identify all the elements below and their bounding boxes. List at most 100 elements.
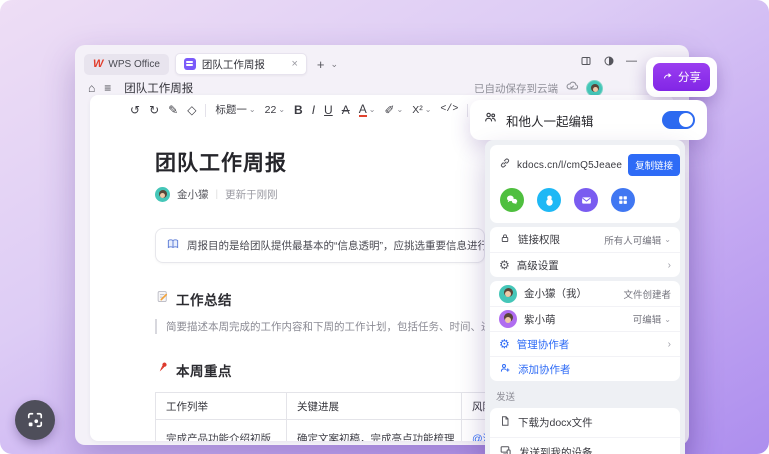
font-size-dropdown[interactable]: 22 ⌄ xyxy=(265,105,285,116)
send-to-device-label: 发送到我的设备 xyxy=(519,446,593,454)
link-icon xyxy=(499,156,511,174)
pushpin-icon xyxy=(155,360,170,380)
theme-icon[interactable] xyxy=(603,55,615,67)
send-section-label: 发送 xyxy=(496,392,516,403)
gear-icon: ⚙ xyxy=(499,258,510,272)
member-avatar xyxy=(499,310,517,328)
share-button[interactable]: 分享 xyxy=(653,63,710,91)
table-cell: 确定文案初稿，完成亮点功能梳理 xyxy=(286,419,462,441)
manage-label: 管理协作者 xyxy=(516,338,570,351)
coedit-label: 和他人一起编辑 xyxy=(506,114,594,129)
document-tab[interactable]: 团队工作周报 × xyxy=(174,53,307,75)
member-row-editor[interactable]: 紫小萌 可编辑 ⌄ xyxy=(490,306,680,331)
member-row-owner[interactable]: 金小獴（我） 文件创建者 xyxy=(490,281,680,306)
book-icon xyxy=(166,237,180,254)
file-icon xyxy=(499,415,511,430)
table-cell: 完成产品功能介绍初版 xyxy=(155,419,287,441)
link-row: kdocs.cn/l/cmQ5Jeaee 复制链接 xyxy=(490,145,681,180)
add-collaborator-row[interactable]: 添加协作者 xyxy=(490,356,680,381)
byline-divider: | xyxy=(215,189,219,200)
share-panel: kdocs.cn/l/cmQ5Jeaee 复制链接 链接权限 所有人可编辑 ⌄ … xyxy=(485,140,685,454)
tab-bar: W WPS Office 团队工作周报 × + ⌄ — xyxy=(75,45,689,75)
member-name: 金小獴（我） xyxy=(524,288,587,300)
qq-icon[interactable] xyxy=(537,188,561,212)
link-card: kdocs.cn/l/cmQ5Jeaee 复制链接 xyxy=(490,145,681,223)
tab-list-chevron-icon[interactable]: ⌄ xyxy=(330,59,338,70)
breadcrumb: 团队工作周报 xyxy=(124,83,194,95)
chevron-down-icon: ⌄ xyxy=(664,235,671,244)
format-painter-icon[interactable]: ✎ xyxy=(168,104,178,116)
permission-label: 链接权限 xyxy=(518,234,560,246)
updated-time: 更新于刚刚 xyxy=(225,189,278,201)
document-tab-label: 团队工作周报 xyxy=(201,58,265,71)
chevron-right-icon: › xyxy=(667,338,671,350)
author-avatar xyxy=(155,187,170,202)
people-icon xyxy=(483,110,498,130)
member-role-dropdown[interactable]: 可编辑 ⌄ xyxy=(633,312,671,327)
code-format-button[interactable]: </> xyxy=(440,105,458,115)
download-docx-row[interactable]: 下载为docx文件 xyxy=(490,408,680,437)
coedit-toggle[interactable] xyxy=(662,111,695,129)
paragraph-style-dropdown[interactable]: 标题一 ⌄ xyxy=(215,105,255,116)
manage-collaborators-row[interactable]: ⚙ 管理协作者 › xyxy=(490,331,680,356)
autosave-status: 已自动保存到云端 xyxy=(474,82,558,95)
permission-card: 链接权限 所有人可编辑 ⌄ ⚙ 高级设置 › xyxy=(490,227,680,277)
split-view-icon[interactable] xyxy=(580,55,592,67)
link-permission-row[interactable]: 链接权限 所有人可编辑 ⌄ xyxy=(490,227,680,252)
add-collaborator-label: 添加协作者 xyxy=(518,363,571,376)
share-arrow-icon xyxy=(662,70,674,85)
home-icon[interactable]: ⌂ xyxy=(88,81,95,95)
more-apps-grid-icon[interactable] xyxy=(611,188,635,212)
close-tab-icon[interactable]: × xyxy=(291,58,297,70)
download-docx-label: 下载为docx文件 xyxy=(518,417,593,429)
callout-text: 周报目的是给团队提供最基本的“信息透明”，应挑选重要信息进行阐述 xyxy=(187,240,485,252)
share-button-label: 分享 xyxy=(678,72,701,84)
wps-office-tab[interactable]: W WPS Office xyxy=(84,53,169,75)
new-tab-button[interactable]: + xyxy=(317,57,325,72)
member-name: 紫小萌 xyxy=(524,313,556,326)
coedit-card: 和他人一起编辑 xyxy=(470,100,707,140)
desktop-background: W WPS Office 团队工作周报 × + ⌄ — ⌂ ≡ 团队工作周报 已… xyxy=(0,0,769,454)
wechat-icon[interactable] xyxy=(500,188,524,212)
table-header-cell: 工作列举 xyxy=(155,392,287,420)
doc-table[interactable]: 工作列举 关键进展 风险与 完成产品功能介绍初版 确定文案初稿，完成亮点功能梳理… xyxy=(155,392,488,441)
share-apps-row xyxy=(490,180,680,223)
user-avatar[interactable] xyxy=(586,79,603,97)
members-card: 金小獴（我） 文件创建者 紫小萌 可编辑 ⌄ ⚙ 管理协作者 › 添加协作者 xyxy=(490,281,680,381)
advanced-settings-row[interactable]: ⚙ 高级设置 › xyxy=(490,252,680,277)
table-row: 完成产品功能介绍初版 确定文案初稿，完成亮点功能梳理 @添加 xyxy=(155,419,488,441)
section-placeholder-text: 简要描述本周完成的工作内容和下周的工作计划，包括任务、时间、进度 xyxy=(155,319,485,334)
screenshot-button[interactable] xyxy=(15,400,55,440)
toolbar-divider xyxy=(467,103,469,117)
send-to-device-row[interactable]: 发送到我的设备 xyxy=(490,437,680,454)
chevron-down-icon: ⌄ xyxy=(248,105,256,114)
email-icon[interactable] xyxy=(574,188,598,212)
member-role: 文件创建者 xyxy=(623,289,671,301)
section-title: 工作总结 xyxy=(176,293,232,308)
lock-icon xyxy=(499,232,511,247)
wps-office-tab-label: WPS Office xyxy=(108,58,160,70)
redo-icon[interactable]: ↻ xyxy=(149,104,159,116)
toolbar-divider xyxy=(205,103,207,117)
strikethrough-button[interactable]: A xyxy=(342,104,350,116)
superscript-dropdown[interactable]: X² ⌄ xyxy=(412,105,431,116)
font-color-dropdown[interactable]: A ⌄ xyxy=(358,103,375,117)
underline-button[interactable]: U xyxy=(324,104,333,116)
chevron-right-icon: › xyxy=(667,259,671,271)
share-button-spotlight: 分享 xyxy=(646,57,717,97)
table-header-row: 工作列举 关键进展 风险与 xyxy=(155,392,488,420)
permission-value-dropdown[interactable]: 所有人可编辑 ⌄ xyxy=(604,233,671,247)
bold-button[interactable]: B xyxy=(294,104,303,116)
memo-icon xyxy=(155,289,170,309)
advanced-label: 高级设置 xyxy=(516,259,559,272)
highlight-dropdown[interactable]: ✐ ⌄ xyxy=(384,104,403,116)
member-avatar xyxy=(499,284,517,303)
clear-format-icon[interactable]: ◇ xyxy=(187,104,196,116)
copy-link-button[interactable]: 复制链接 xyxy=(628,154,681,176)
undo-icon[interactable]: ↺ xyxy=(130,104,140,116)
share-link-url[interactable]: kdocs.cn/l/cmQ5Jeaee xyxy=(517,160,622,171)
hamburger-menu-icon[interactable]: ≡ xyxy=(104,81,111,95)
italic-button[interactable]: I xyxy=(312,104,315,116)
doc-callout: 周报目的是给团队提供最基本的“信息透明”，应挑选重要信息进行阐述 xyxy=(155,228,485,263)
minimize-button[interactable]: — xyxy=(626,55,637,67)
